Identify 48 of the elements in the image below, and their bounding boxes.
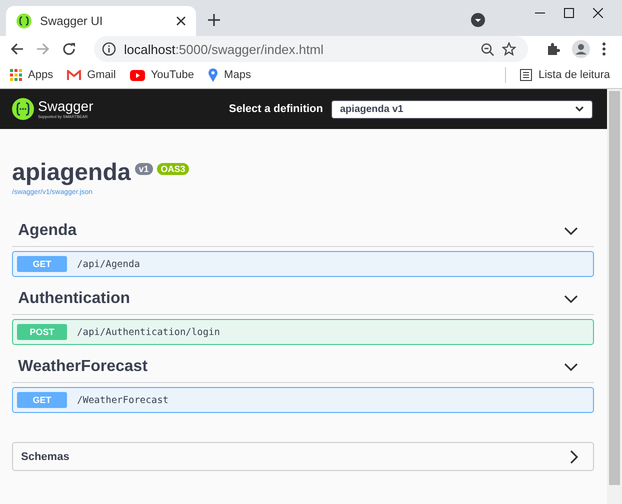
maximize-icon[interactable]: [564, 8, 574, 18]
operation-path: /api/Agenda: [77, 258, 140, 270]
star-icon[interactable]: [502, 42, 516, 56]
definition-label: Select a definition: [228, 103, 323, 115]
method-badge: GET: [17, 392, 67, 408]
operation-row[interactable]: GET /api/Agenda: [12, 251, 594, 277]
definition-select[interactable]: apiagenda v1: [331, 100, 593, 118]
operation-path: /WeatherForecast: [77, 394, 169, 406]
oas-tag: OAS3: [156, 163, 190, 175]
close-icon[interactable]: [593, 8, 603, 18]
method-badge: GET: [17, 256, 67, 272]
version-tag: v1: [134, 163, 153, 175]
apps-icon: [10, 69, 22, 81]
bookmark[interactable]: YouTube: [130, 69, 194, 81]
puzzle-icon[interactable]: [546, 42, 560, 56]
bookmark[interactable]: Maps: [208, 68, 251, 82]
logo-icon: [16, 13, 32, 29]
method-badge: POST: [17, 324, 67, 340]
address-field[interactable]: localhost:5000/swagger/index.html: [94, 36, 528, 62]
play-icon: [130, 70, 145, 80]
menu-icon[interactable]: [602, 42, 606, 56]
schemas-panel[interactable]: Schemas: [12, 442, 594, 471]
scrollbar[interactable]: [607, 89, 622, 504]
mail-icon: [67, 70, 82, 80]
operation-row[interactable]: GET /WeatherForecast: [12, 387, 594, 413]
reading-list-button[interactable]: Lista de leitura: [520, 69, 610, 81]
logo-icon: [12, 98, 34, 120]
info-icon: [102, 42, 116, 56]
operation-row[interactable]: POST /api/Authentication/login: [12, 319, 594, 345]
map-pin-icon: [208, 68, 218, 82]
operation-path: /api/Authentication/login: [77, 326, 220, 338]
chevron-down-icon: [575, 106, 584, 112]
new-tab-icon[interactable]: [208, 14, 220, 26]
api-title: apiagenda: [12, 159, 131, 187]
back-icon[interactable]: [10, 42, 24, 56]
list-icon: [520, 69, 532, 81]
dropdown-icon[interactable]: [471, 13, 485, 27]
section-header[interactable]: Agenda: [12, 216, 594, 247]
bookmark[interactable]: Gmail: [67, 69, 116, 81]
zoom-out-icon[interactable]: [481, 42, 494, 56]
browser-tab[interactable]: Swagger UI: [6, 6, 196, 36]
bookmark[interactable]: Apps: [10, 69, 54, 81]
logo-text: Swagger: [38, 99, 94, 114]
section-header[interactable]: WeatherForecast: [12, 352, 594, 383]
reload-icon[interactable]: [62, 42, 76, 56]
section-header[interactable]: Authentication: [12, 284, 594, 315]
close-icon[interactable]: [176, 16, 186, 26]
profile-icon[interactable]: [572, 40, 590, 58]
